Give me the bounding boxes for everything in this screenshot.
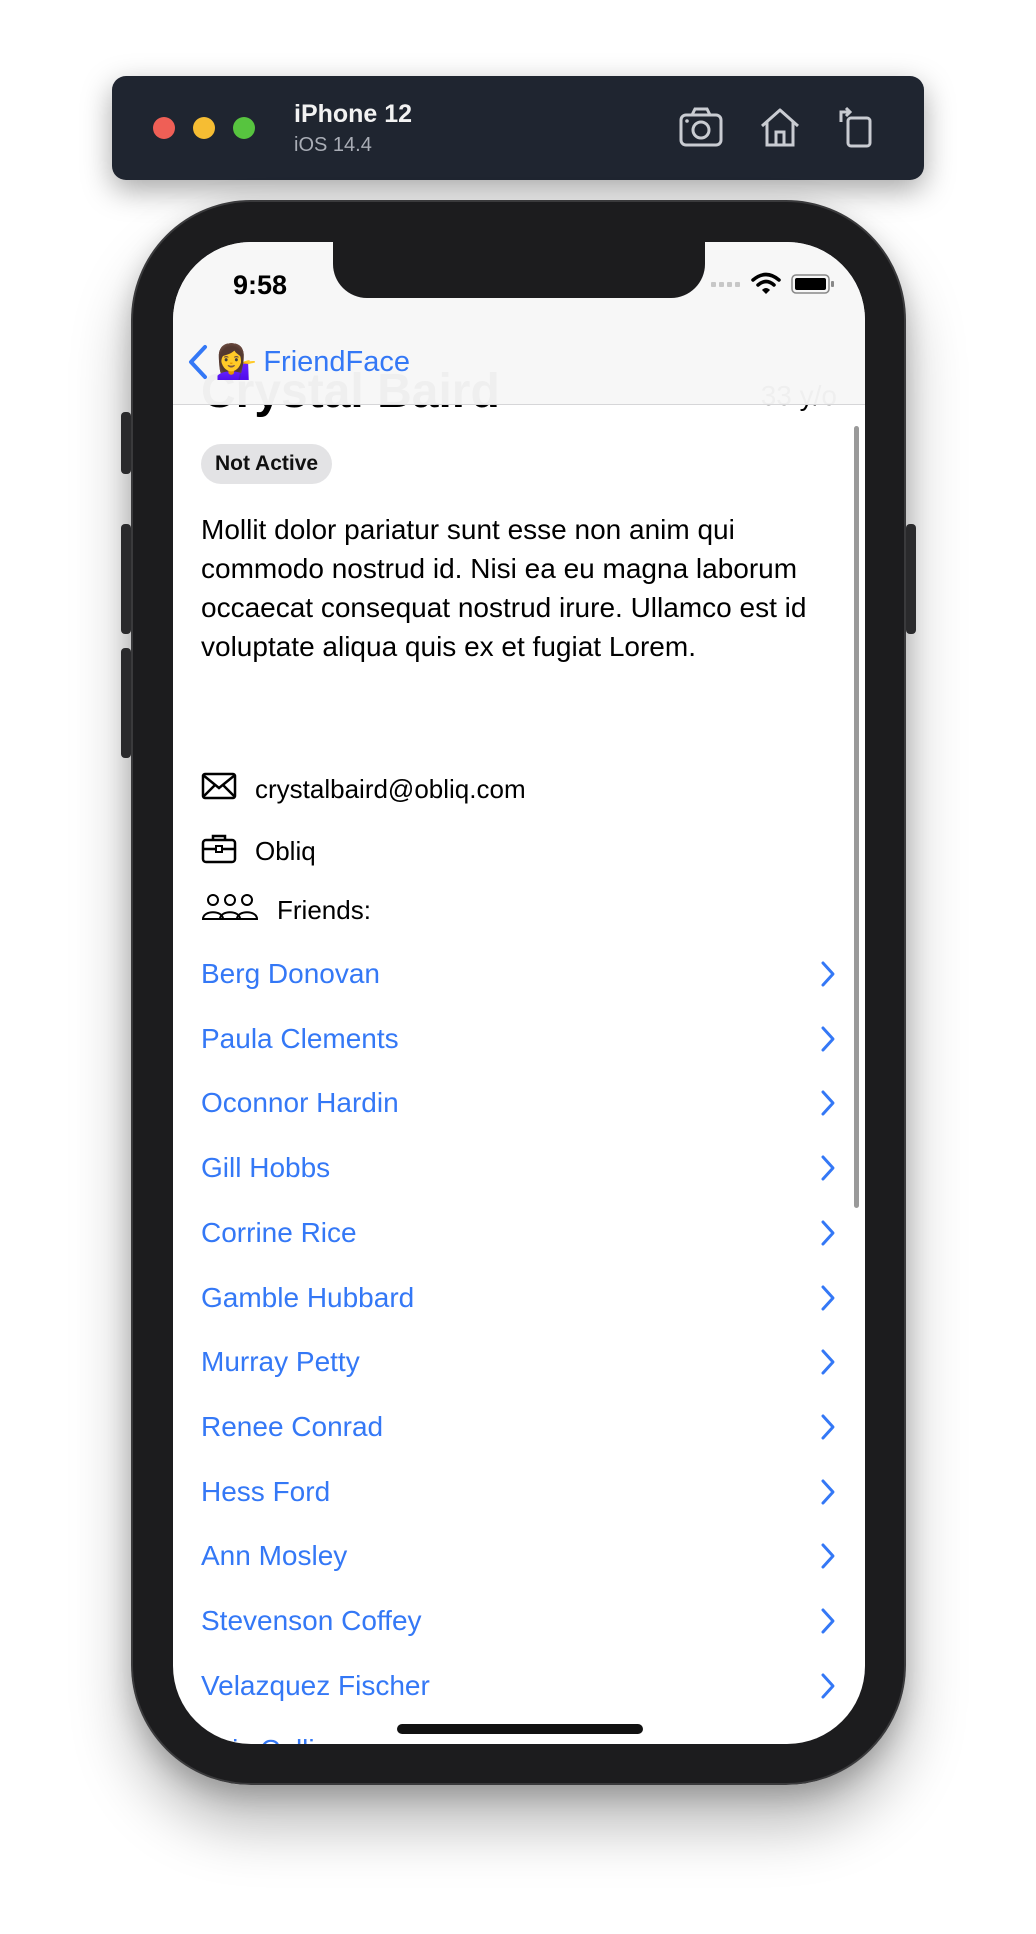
status-badge: Not Active	[201, 444, 333, 484]
cellular-signal-icon	[711, 282, 740, 287]
chevron-right-icon	[821, 1608, 835, 1634]
chevron-right-icon	[821, 961, 835, 987]
battery-icon	[791, 274, 834, 294]
friend-row[interactable]: Oconnor Hardin	[201, 1081, 836, 1125]
friends-label: Friends:	[277, 895, 371, 925]
friend-name: Stevenson Coffey	[201, 1605, 422, 1636]
home-icon[interactable]	[758, 106, 802, 148]
chevron-right-icon	[821, 1090, 835, 1116]
detail-content: Crystal Baird 33 y/o Not Active Mollit d…	[173, 242, 865, 1744]
chevron-right-icon	[821, 1543, 835, 1569]
chevron-left-icon	[189, 345, 207, 379]
friend-row[interactable]: Stevenson Coffey	[201, 1599, 836, 1643]
friend-row[interactable]: Velazquez Fischer	[201, 1664, 836, 1708]
home-indicator	[397, 1724, 643, 1734]
phone-screen: Crystal Baird 33 y/o Not Active Mollit d…	[173, 242, 865, 1744]
device-name: iPhone 12	[294, 100, 413, 128]
people-icon	[201, 892, 259, 929]
chevron-right-icon	[821, 1673, 835, 1699]
friend-name: Berg Donovan	[201, 958, 381, 989]
screenshot-icon[interactable]	[678, 106, 724, 148]
friend-name: Gamble Hubbard	[201, 1281, 415, 1313]
friend-row[interactable]: Paula Clements	[201, 1017, 836, 1061]
chevron-right-icon	[821, 1414, 835, 1440]
friends-header-row: Friends:	[201, 892, 371, 929]
friend-row[interactable]: Murray Petty	[201, 1340, 836, 1384]
email-row: crystalbaird@obliq.com	[201, 772, 526, 807]
zoom-window-button[interactable]	[233, 117, 255, 139]
chevron-right-icon	[821, 1285, 835, 1310]
chevron-right-icon	[821, 1026, 835, 1052]
friend-name: Lois Collins	[201, 1734, 344, 1744]
mute-switch	[121, 412, 131, 474]
rotate-icon[interactable]	[836, 106, 876, 148]
close-window-button[interactable]	[153, 117, 175, 139]
friend-name: Velazquez Fischer	[201, 1669, 430, 1701]
chevron-right-icon	[821, 1220, 835, 1246]
friend-row[interactable]: Gamble Hubbard	[201, 1276, 836, 1320]
friend-row[interactable]: Berg Donovan	[201, 952, 836, 996]
back-emoji: 💁‍♀️	[215, 343, 258, 381]
friend-name: Hess Ford	[201, 1475, 331, 1507]
friend-row[interactable]: Ann Mosley	[201, 1534, 836, 1578]
volume-up-button	[121, 524, 131, 634]
back-button[interactable]: 💁‍♀️ FriendFace	[187, 342, 410, 382]
back-label: FriendFace	[263, 345, 411, 378]
scrollbar[interactable]	[854, 426, 859, 1208]
friend-name: Paula Clements	[201, 1022, 399, 1054]
power-button	[906, 524, 916, 634]
status-time: 9:58	[233, 270, 288, 300]
wifi-icon	[751, 272, 781, 294]
friend-name: Renee Conrad	[201, 1410, 384, 1442]
chevron-right-icon	[821, 1155, 835, 1181]
friend-row[interactable]: Renee Conrad	[201, 1405, 836, 1449]
envelope-icon	[201, 772, 237, 807]
friend-name: Corrine Rice	[201, 1216, 357, 1248]
notch	[333, 242, 705, 298]
friend-row[interactable]: Hess Ford	[201, 1470, 836, 1514]
friend-row[interactable]: Corrine Rice	[201, 1211, 836, 1255]
status-icons	[711, 272, 835, 296]
device-os-version: iOS 14.4	[294, 134, 372, 156]
briefcase-icon	[201, 832, 237, 871]
company-row: Obliq	[201, 832, 316, 871]
about-text: Mollit dolor pariatur sunt esse non anim…	[201, 514, 807, 662]
friend-row[interactable]: Gill Hobbs	[201, 1146, 836, 1190]
minimize-window-button[interactable]	[193, 117, 215, 139]
volume-down-button	[121, 648, 131, 758]
email-text: crystalbaird@obliq.com	[255, 774, 526, 804]
chevron-right-icon	[821, 1349, 835, 1375]
company-text: Obliq	[255, 836, 316, 866]
friend-name: Ann Mosley	[201, 1540, 348, 1572]
chevron-right-icon	[821, 1737, 830, 1744]
chevron-right-icon	[821, 1479, 835, 1505]
friend-name: Murray Petty	[201, 1346, 360, 1378]
friend-name: Oconnor Hardin	[201, 1087, 399, 1119]
friend-name: Gill Hobbs	[201, 1152, 331, 1184]
